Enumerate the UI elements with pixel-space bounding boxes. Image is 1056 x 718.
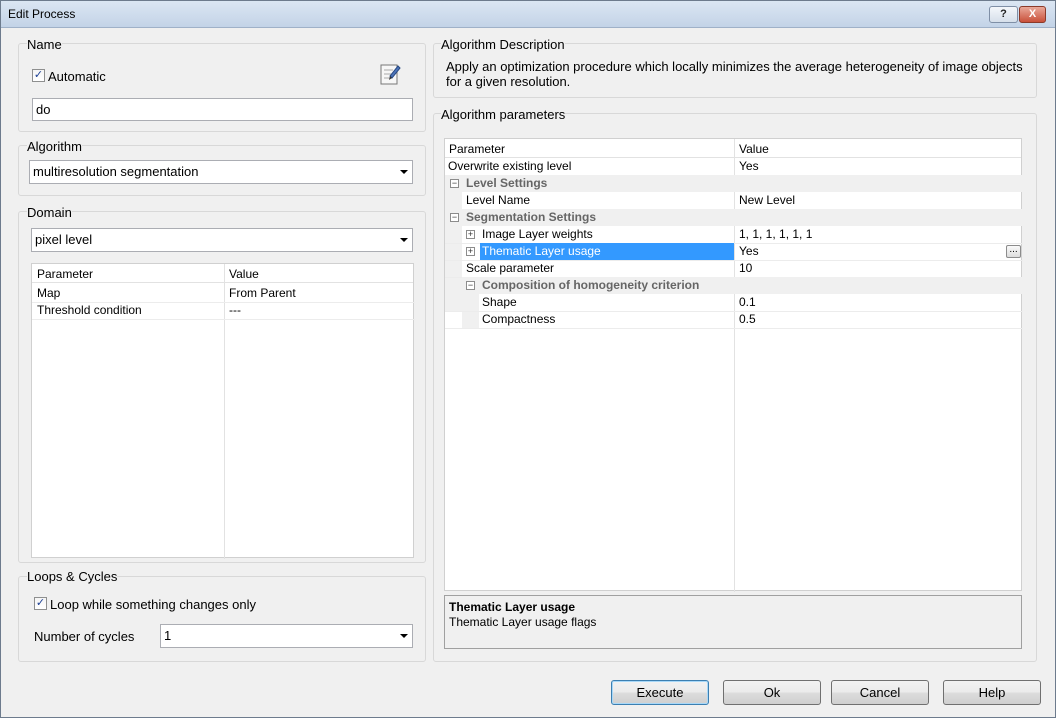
param-image-layer-weights[interactable]: Image Layer weights	[482, 226, 593, 243]
cancel-button[interactable]: Cancel	[831, 680, 929, 705]
param-value[interactable]: 0.1	[739, 294, 756, 311]
algorithm-parameter-grid[interactable]: Parameter Value Overwrite existing level…	[444, 138, 1023, 592]
expand-icon[interactable]: +	[466, 247, 475, 256]
grid-header-parameter: Parameter	[449, 142, 506, 156]
close-button[interactable]: X	[1019, 6, 1046, 23]
name-input[interactable]: do	[32, 98, 413, 121]
execute-button[interactable]: Execute	[611, 680, 709, 705]
parameters-group-label: Algorithm parameters	[441, 107, 566, 122]
algorithm-selected: multiresolution segmentation	[33, 164, 199, 179]
parameter-help-box: Thematic Layer usage Thematic Layer usag…	[444, 595, 1022, 649]
grid-cell[interactable]: ---	[229, 302, 241, 319]
parameter-help-text: Thematic Layer usage flags	[449, 615, 597, 629]
category-segmentation-settings[interactable]: Segmentation Settings	[466, 209, 596, 226]
automatic-checkbox[interactable]: ✓	[32, 69, 45, 82]
domain-dropdown[interactable]: pixel level	[31, 228, 413, 252]
grid-header-value: Value	[739, 142, 769, 156]
algorithm-dropdown[interactable]: multiresolution segmentation	[29, 160, 413, 184]
collapse-icon[interactable]: −	[466, 281, 475, 290]
param-value[interactable]: 1, 1, 1, 1, 1, 1	[739, 226, 812, 243]
grid-row-line	[445, 328, 1023, 329]
algorithm-group-label: Algorithm	[27, 139, 82, 154]
loops-group-label: Loops & Cycles	[27, 569, 118, 584]
domain-parameter-grid[interactable]: Parameter Value Map From Parent Threshol…	[31, 263, 415, 559]
grid-cell[interactable]: Threshold condition	[37, 302, 142, 319]
collapse-icon[interactable]: −	[450, 179, 459, 188]
edit-process-window: Edit Process ? X Name ✓ Automatic do Alg…	[0, 0, 1056, 718]
description-group-label: Algorithm Description	[441, 37, 565, 52]
category-level-settings[interactable]: Level Settings	[466, 175, 547, 192]
automatic-label: Automatic	[48, 69, 106, 84]
cycles-label: Number of cycles	[34, 629, 135, 644]
param-level-name[interactable]: Level Name	[466, 192, 530, 209]
category-homogeneity[interactable]: Composition of homogeneity criterion	[482, 277, 699, 294]
param-scale-parameter[interactable]: Scale parameter	[466, 260, 554, 277]
grid-cell[interactable]: Map	[37, 285, 60, 302]
cycles-dropdown[interactable]: 1	[160, 624, 413, 648]
cycles-selected: 1	[164, 628, 172, 643]
param-overwrite-level[interactable]: Overwrite existing level	[448, 158, 571, 175]
param-shape[interactable]: Shape	[482, 294, 517, 311]
grid-header-parameter: Parameter	[37, 267, 94, 281]
param-value[interactable]: Yes	[739, 158, 759, 175]
grid-divider	[734, 139, 735, 592]
grid-header	[445, 139, 1021, 158]
grid-divider	[224, 264, 225, 559]
parameter-help-title: Thematic Layer usage	[449, 600, 576, 614]
edit-document-icon[interactable]	[379, 62, 401, 86]
chevron-down-icon	[400, 170, 408, 174]
name-group-label: Name	[27, 37, 62, 52]
loop-checkbox[interactable]: ✓	[34, 597, 47, 610]
ellipsis-button[interactable]: ...	[1006, 245, 1021, 258]
param-value[interactable]: Yes	[739, 243, 759, 260]
loops-group	[18, 576, 426, 662]
title-help-button[interactable]: ?	[989, 6, 1018, 23]
chevron-down-icon	[400, 238, 408, 242]
domain-selected: pixel level	[35, 232, 93, 247]
loop-label: Loop while something changes only	[50, 597, 256, 612]
param-value[interactable]: 0.5	[739, 311, 756, 328]
chevron-down-icon	[400, 634, 408, 638]
param-value[interactable]: New Level	[739, 192, 795, 209]
help-button[interactable]: Help	[943, 680, 1041, 705]
domain-group-label: Domain	[27, 205, 72, 220]
algorithm-description: Apply an optimization procedure which lo…	[446, 59, 1023, 89]
ok-button[interactable]: Ok	[723, 680, 821, 705]
collapse-icon[interactable]: −	[450, 213, 459, 222]
grid-cell[interactable]: From Parent	[229, 285, 296, 302]
window-title: Edit Process	[8, 7, 76, 21]
expand-icon[interactable]: +	[466, 230, 475, 239]
grid-header-value: Value	[229, 267, 259, 281]
param-thematic-layer-usage[interactable]: Thematic Layer usage	[482, 243, 601, 260]
param-value[interactable]: 10	[739, 260, 752, 277]
grid-row-line	[32, 319, 415, 320]
title-bar: Edit Process ? X	[1, 1, 1055, 28]
param-compactness[interactable]: Compactness	[482, 311, 555, 328]
